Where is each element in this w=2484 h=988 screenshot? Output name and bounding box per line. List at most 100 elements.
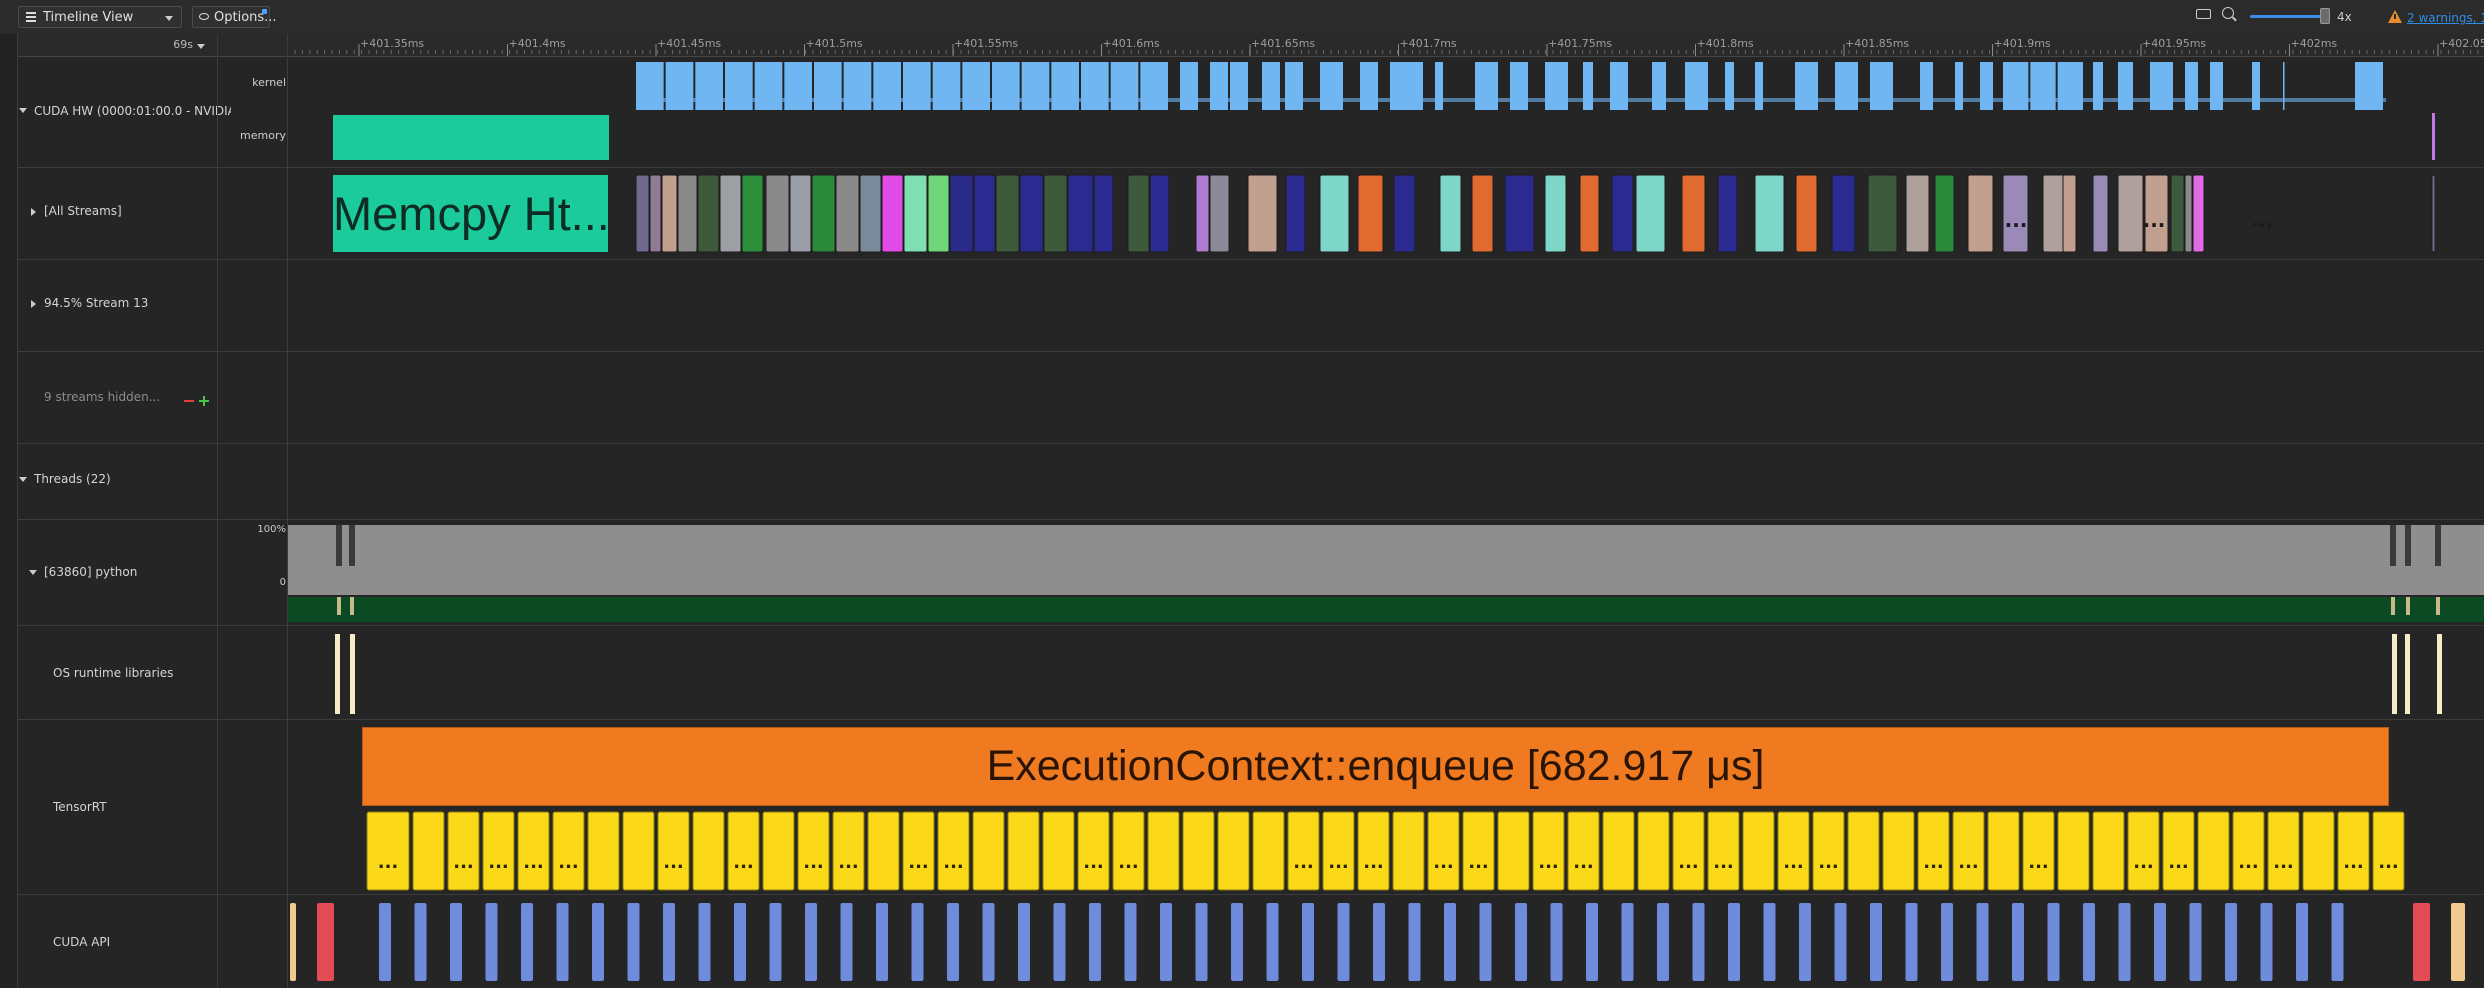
tensorrt-layer-block [1532,811,1565,891]
cpu-marker [2436,597,2440,615]
tensorrt-ellipsis: ... [1713,852,1734,873]
kernel-block [1435,62,1443,110]
cuda-api-call [663,903,675,981]
stream-event-block [2431,174,2436,253]
tensorrt-layer-block [1672,811,1705,891]
tensorrt-layer-block [1882,811,1915,891]
memory-block [333,115,609,160]
tensorrt-ellipsis: ... [488,852,509,873]
stream-event-block [1795,174,1818,253]
ruler-tick-label: +401.75ms [1548,37,1612,50]
tensorrt-layer-block [2302,811,2335,891]
stream-event-block [1934,174,1955,253]
stream-event-block [1019,174,1044,253]
cuda-api-call [1195,903,1208,981]
tensorrt-layer-block [657,811,690,891]
ruler-tick-label: +402.05m [2439,37,2484,50]
tensorrt-layer-block [1917,811,1950,891]
tensorrt-layer-block [867,811,900,891]
ruler-tick-label: +401.7ms [1400,37,1457,50]
cuda-api-call [1302,903,1314,981]
cuda-api-call [1018,903,1030,981]
cpu-marker [337,597,341,615]
tensorrt-ellipsis: ... [1083,852,1104,873]
tensorrt-layer-block [1182,811,1215,891]
tensorrt-layer-block [1987,811,2020,891]
tensorrt-layer-block [1322,811,1355,891]
kernel-block [1390,62,1423,110]
cuda-api-call [1586,903,1598,981]
ruler-tick-label: +401.95ms [2142,37,2206,50]
cpu-usage-area [288,525,2484,595]
tensorrt-layer-block [1952,811,1985,891]
kernel-block [754,62,783,110]
kernel-block [2210,62,2223,110]
cuda-api-call [734,903,746,981]
ruler-tick-label: +401.6ms [1103,37,1160,50]
kernel-block [665,62,694,110]
kernel-block [932,62,961,110]
kernel-block [1230,62,1248,110]
cuda-api-call [805,903,817,981]
tensorrt-layer-block [832,811,865,891]
cuda-api-call [1550,903,1563,981]
stream-event-block [1717,174,1738,253]
tensorrt-layer-block [1497,811,1530,891]
cuda-api-call [2047,903,2060,981]
os-runtime-call [2392,634,2397,714]
cuda-api-call [485,903,498,981]
kernel-block [1140,62,1168,110]
cuda-api-call [1408,903,1421,981]
stream-event-block [2117,174,2144,253]
tensorrt-ellipsis: ... [1468,852,1489,873]
ruler-tick-label: +402ms [2291,37,2338,50]
tensorrt-ellipsis: ... [1678,852,1699,873]
tensorrt-ellipsis: ... [908,852,929,873]
memcpy-event[interactable]: Memcpy Ht... [333,175,608,252]
stream-event-block [949,174,974,253]
tensorrt-layer-block [2337,811,2370,891]
tensorrt-layer-block [366,811,410,891]
kernel-block [1081,62,1109,110]
cuda-api-call [2189,903,2202,981]
kernel-block [1685,62,1708,110]
stream-event-block [2092,174,2109,253]
timeline-canvas[interactable]: +401.35ms +401.4ms +401.45ms +401.5ms +401.5… [0,0,2484,988]
kernel-block [2252,62,2260,110]
ruler-tick-label: +401.8ms [1697,37,1754,50]
stream-event-block [1439,174,1462,253]
stream-event-block [1544,174,1567,253]
tensorrt-layer-block [2092,811,2125,891]
enqueue-event[interactable]: ExecutionContext::enqueue [682.917 μs] [362,727,2389,806]
tensorrt-layer-block [727,811,760,891]
cuda-api-call [982,903,995,981]
ruler-tick-label: +401.35ms [360,37,424,50]
tensorrt-layer-block [1077,811,1110,891]
ruler-tick-label: +401.85ms [1845,37,1909,50]
tensorrt-layer-block [552,811,585,891]
tensorrt-layer-block [412,811,445,891]
kernel-block [725,62,753,110]
tensorrt-layer-block [797,811,830,891]
kernel-block [1360,62,1378,110]
tensorrt-layer-block [1777,811,1810,891]
kernel-block [1795,62,1818,110]
cuda-api-call [1834,903,1847,981]
kernel-block [1980,62,1993,110]
tensorrt-layer-block [1462,811,1495,891]
tensorrt-layer-block [2197,811,2230,891]
stream-event-block [1319,174,1350,253]
cuda-api-call [2413,903,2430,981]
tensorrt-ellipsis: ... [523,852,544,873]
stream-event-block [719,174,742,253]
kernel-block [1285,62,1303,110]
stream-event-block [1247,174,1278,253]
stream-event-block [1209,174,1230,253]
tensorrt-layer-block [692,811,725,891]
kernel-block [1583,62,1593,110]
kernel-block [1021,62,1050,110]
tensorrt-ellipsis: ... [1573,852,1594,873]
kernel-block [1955,62,1963,110]
tensorrt-ellipsis: ... [2168,852,2189,873]
cuda-api-call [1692,903,1705,981]
